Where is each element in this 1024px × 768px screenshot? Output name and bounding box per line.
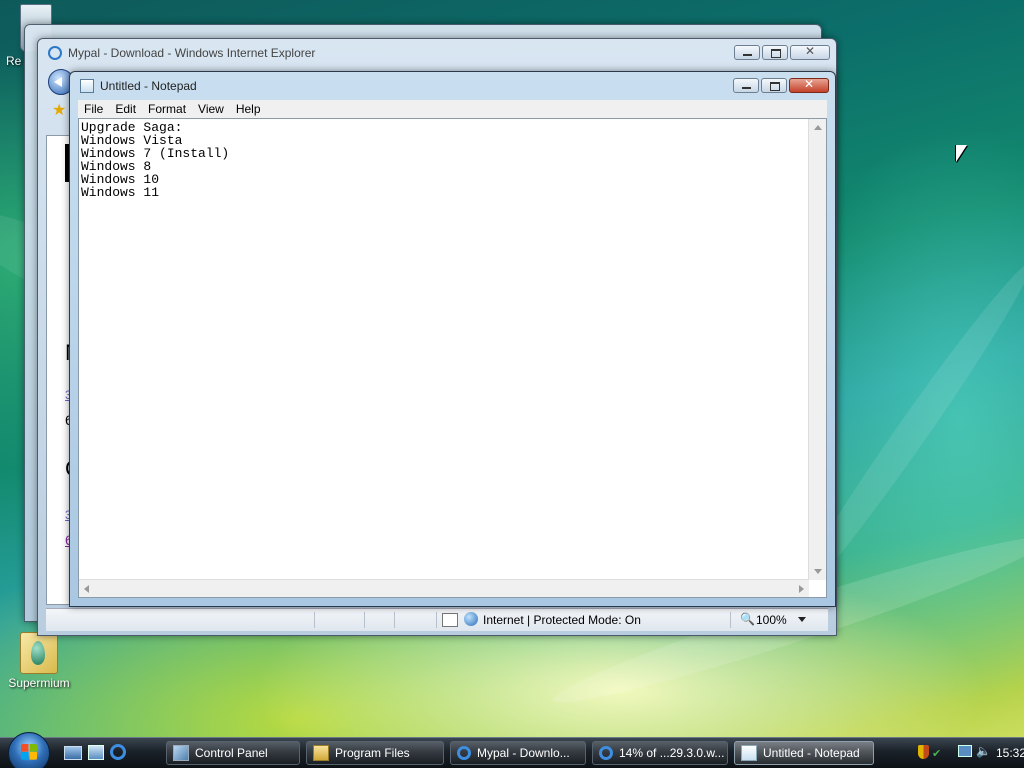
security-zone-text[interactable]: Internet | Protected Mode: On <box>483 613 641 627</box>
close-button[interactable]: ✕ <box>789 77 829 93</box>
notepad-text[interactable]: Upgrade Saga: Windows Vista Windows 7 (I… <box>81 121 229 199</box>
notepad-titlebar[interactable]: Untitled - Notepad <box>70 72 835 100</box>
notepad-window[interactable]: Untitled - Notepad ✕ File Edit Format Vi… <box>69 71 836 607</box>
menu-view[interactable]: View <box>192 102 230 116</box>
ie-status-bar: Internet | Protected Mode: On 🔍 100% <box>46 608 828 631</box>
taskbar-button-download-progress[interactable]: 14% of ...29.3.0.w... <box>592 741 728 765</box>
taskbar-button-label: Program Files <box>335 746 410 760</box>
maximize-button[interactable] <box>762 45 788 60</box>
notepad-icon <box>80 79 94 93</box>
control-panel-icon <box>173 745 189 761</box>
ie-titlebar[interactable]: Mypal - Download - Windows Internet Expl… <box>38 39 836 67</box>
scroll-right-icon[interactable] <box>799 585 804 593</box>
internet-explorer-icon <box>48 46 62 60</box>
taskbar-button-label: Control Panel <box>195 746 268 760</box>
internet-explorer-icon <box>457 746 471 760</box>
maximize-button[interactable] <box>761 78 787 93</box>
close-icon: ✕ <box>804 44 816 58</box>
menu-help[interactable]: Help <box>230 102 267 116</box>
clock[interactable]: 15:32 <box>996 746 1024 760</box>
minimize-button[interactable] <box>734 45 760 60</box>
minimize-button[interactable] <box>733 78 759 93</box>
scroll-up-icon[interactable] <box>814 125 822 130</box>
favorites-star-icon[interactable]: ★ <box>52 103 66 119</box>
security-shield-icon[interactable] <box>918 745 929 759</box>
menu-file[interactable]: File <box>78 102 109 116</box>
desktop-icon-label: Re <box>6 54 22 68</box>
back-arrow-icon <box>54 77 62 87</box>
taskbar-button-label: Mypal - Downlo... <box>477 746 570 760</box>
system-tray: ✔ 🔈 15:32 <box>894 738 1024 768</box>
supermium-desktop-icon[interactable]: Supermium <box>4 632 74 690</box>
horizontal-scrollbar[interactable] <box>79 579 809 597</box>
vertical-scrollbar[interactable] <box>808 119 826 580</box>
scroll-left-icon[interactable] <box>84 585 89 593</box>
switch-windows-icon[interactable] <box>88 745 104 760</box>
ie-window-title: Mypal - Download - Windows Internet Expl… <box>68 46 316 60</box>
zoom-magnifier-icon: 🔍 <box>740 612 755 626</box>
close-icon: ✕ <box>803 77 815 91</box>
taskbar-button-control-panel[interactable]: Control Panel <box>166 741 300 765</box>
start-button[interactable] <box>8 732 50 768</box>
menu-format[interactable]: Format <box>142 102 192 116</box>
taskbar-button-label: 14% of ...29.3.0.w... <box>619 746 725 760</box>
notepad-menubar: File Edit Format View Help <box>78 100 827 118</box>
folder-icon <box>313 745 329 761</box>
taskbar-button-program-files[interactable]: Program Files <box>306 741 444 765</box>
scroll-down-icon[interactable] <box>814 569 822 574</box>
taskbar-button-label: Untitled - Notepad <box>763 746 860 760</box>
taskbar-button-mypal-download[interactable]: Mypal - Downlo... <box>450 741 586 765</box>
ie-caption-buttons: ✕ <box>734 44 830 60</box>
notepad-editor[interactable]: Upgrade Saga: Windows Vista Windows 7 (I… <box>78 118 827 598</box>
network-icon[interactable] <box>958 745 972 757</box>
zoom-level[interactable]: 100% <box>756 613 787 627</box>
show-desktop-icon[interactable] <box>64 746 82 760</box>
close-button[interactable]: ✕ <box>790 44 830 60</box>
notepad-icon <box>741 745 757 761</box>
taskbar-button-notepad[interactable]: Untitled - Notepad <box>734 741 874 765</box>
desktop: Re Supermium Mypal - Download - Windows … <box>0 0 1024 768</box>
folder-icon <box>20 632 58 674</box>
internet-zone-globe-icon <box>464 612 478 626</box>
popup-blocker-icon[interactable] <box>442 613 458 627</box>
internet-explorer-icon <box>599 746 613 760</box>
zoom-dropdown-icon[interactable] <box>798 617 806 622</box>
desktop-icon-label: Supermium <box>8 676 70 690</box>
notepad-caption-buttons: ✕ <box>733 77 829 93</box>
internet-explorer-icon[interactable] <box>110 744 126 760</box>
update-check-icon[interactable]: ✔ <box>932 747 941 760</box>
taskbar: Control Panel Program Files Mypal - Down… <box>0 732 1024 768</box>
windows-logo-icon <box>21 744 37 760</box>
notepad-window-title: Untitled - Notepad <box>100 79 197 93</box>
mouse-cursor-icon <box>956 145 967 162</box>
volume-muted-icon[interactable]: 🔈 <box>976 744 991 758</box>
menu-edit[interactable]: Edit <box>109 102 142 116</box>
